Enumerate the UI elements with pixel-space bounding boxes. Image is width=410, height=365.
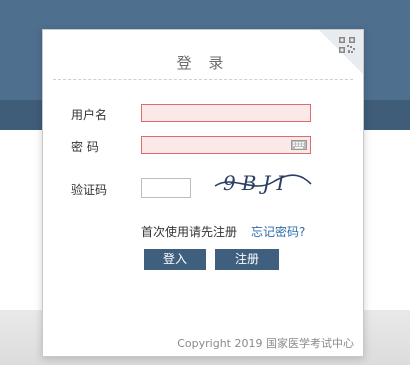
login-button[interactable]: 登入	[144, 249, 206, 270]
first-use-hint: 首次使用请先注册	[141, 225, 238, 239]
captcha-label: 验证码	[71, 183, 108, 197]
password-field[interactable]	[141, 136, 311, 154]
captcha-field[interactable]	[141, 178, 191, 198]
forgot-password-link[interactable]: 忘记密码?	[251, 223, 305, 240]
copyright-text: Copyright 2019 国家医学考试中心	[177, 337, 354, 350]
register-button[interactable]: 注册	[215, 249, 279, 270]
captcha-image[interactable]: 9BJI	[213, 168, 313, 198]
username-label: 用户名	[71, 108, 108, 122]
captcha-text: 9BJI	[223, 171, 290, 195]
title-divider	[53, 79, 353, 80]
virtual-keyboard-icon[interactable]	[291, 140, 307, 150]
login-dialog: 登 录 用户名 密 码 验证码 9BJI 首次使用请先注册 忘记密码? 登入 注…	[42, 29, 364, 357]
password-label: 密 码	[71, 140, 99, 154]
dialog-title: 登 录	[176, 54, 230, 72]
username-field[interactable]	[141, 104, 311, 122]
